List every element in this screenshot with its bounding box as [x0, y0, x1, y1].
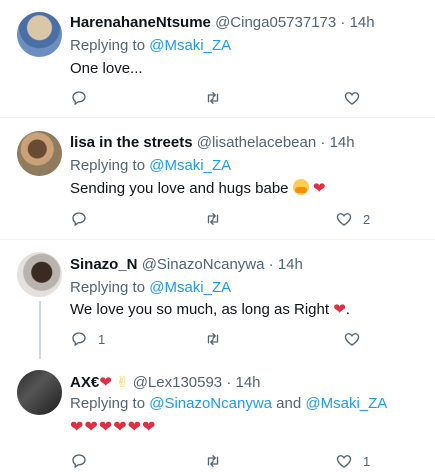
retweet-icon: [204, 452, 222, 470]
retweet-button[interactable]: [204, 87, 232, 109]
separator-dot: ·: [226, 374, 232, 391]
retweet-button[interactable]: [204, 450, 232, 472]
reply-button[interactable]: [70, 450, 98, 472]
reply-button[interactable]: 1: [70, 328, 105, 350]
separator-dot: ·: [268, 256, 274, 273]
user-handle[interactable]: @Lex130593: [133, 374, 222, 391]
tweet-text: Sending you love and hugs babe ❤: [70, 179, 325, 197]
tweet-actions: 1: [62, 328, 402, 350]
hugging-face-icon: [292, 179, 309, 195]
avatar[interactable]: [17, 370, 62, 415]
tweet-header: HarenahaneNtsume @Cinga05737173 · 14h: [70, 14, 375, 31]
avatar[interactable]: [17, 12, 62, 57]
timestamp[interactable]: 14h: [330, 134, 355, 151]
tweet-text: We love you so much, as long as Right ❤.: [70, 300, 350, 318]
avatar[interactable]: [17, 252, 62, 297]
tweet-feed: HarenahaneNtsume @Cinga05737173 · 14h Re…: [0, 0, 435, 472]
replying-label: Replying to: [70, 395, 150, 412]
replying-label: Replying to: [70, 279, 150, 296]
tweet-text-content: Sending you love and hugs babe: [70, 180, 289, 197]
timestamp[interactable]: 14h: [236, 374, 261, 391]
tweet-text: One love...: [70, 60, 143, 77]
reply-count: 1: [98, 331, 106, 347]
reply-icon: [70, 210, 88, 228]
mention-link[interactable]: @Msaki_ZA: [149, 279, 231, 296]
reply-icon: [70, 330, 88, 348]
tweet-header: lisa in the streets @lisathelacebean · 1…: [70, 134, 355, 151]
tweet-text-end: .: [345, 301, 350, 318]
mention-joiner: and: [272, 395, 306, 412]
tweet-1[interactable]: HarenahaneNtsume @Cinga05737173 · 14h Re…: [0, 0, 435, 118]
timestamp[interactable]: 14h: [278, 256, 303, 273]
mention-link[interactable]: @SinazoNcanywa: [149, 395, 272, 412]
mention-link[interactable]: @Msaki_ZA: [305, 395, 387, 412]
user-handle[interactable]: @Cinga05737173: [215, 14, 336, 31]
user-handle[interactable]: @lisathelacebean: [197, 134, 316, 151]
display-name[interactable]: lisa in the streets: [70, 134, 193, 151]
tweet-2[interactable]: lisa in the streets @lisathelacebean · 1…: [0, 117, 435, 240]
thread-connector-line: [39, 301, 41, 359]
reply-icon: [70, 452, 88, 470]
like-button[interactable]: 1: [335, 450, 370, 472]
tweet-text: ❤❤❤❤❤❤: [70, 419, 157, 436]
reply-button[interactable]: [70, 208, 98, 230]
heart-icon: ❤: [312, 180, 326, 197]
mention-link[interactable]: @Msaki_ZA: [149, 157, 231, 174]
replying-label: Replying to: [70, 157, 150, 174]
retweet-icon: [204, 330, 222, 348]
reply-button[interactable]: [70, 87, 98, 109]
retweet-icon: [204, 210, 222, 228]
display-name[interactable]: AX€: [70, 374, 99, 391]
like-button[interactable]: [343, 328, 371, 350]
like-icon: [343, 89, 361, 107]
like-count: 1: [363, 453, 371, 469]
display-name[interactable]: Sinazo_N: [70, 256, 138, 273]
tweet-4[interactable]: AX€❤ ✌ @Lex130593 · 14h Replying to @Sin…: [0, 355, 435, 472]
user-handle[interactable]: @SinazoNcanywa: [142, 256, 265, 273]
replying-label: Replying to: [70, 37, 150, 54]
like-count: 2: [363, 211, 371, 227]
retweet-icon: [204, 89, 222, 107]
display-name[interactable]: HarenahaneNtsume: [70, 14, 211, 31]
reply-icon: [70, 89, 88, 107]
heart-icon: ❤: [99, 374, 112, 391]
retweet-button[interactable]: [204, 328, 232, 350]
timestamp[interactable]: 14h: [350, 14, 375, 31]
tweet-3[interactable]: Sinazo_N @SinazoNcanywa · 14h Replying t…: [0, 239, 435, 359]
like-button[interactable]: [343, 87, 371, 109]
tweet-header: AX€❤ ✌ @Lex130593 · 14h: [70, 373, 261, 391]
separator-dot: ·: [340, 14, 346, 31]
mention-link[interactable]: @Msaki_ZA: [149, 37, 231, 54]
like-icon: [335, 452, 353, 470]
separator-dot: ·: [320, 134, 326, 151]
replying-to: Replying to @Msaki_ZA: [70, 37, 231, 54]
like-icon: [335, 210, 353, 228]
tweet-actions: 2: [62, 208, 402, 230]
retweet-button[interactable]: [204, 208, 232, 230]
tweet-text-content: We love you so much, as long as Right: [70, 301, 330, 318]
avatar[interactable]: [17, 131, 62, 176]
like-button[interactable]: 2: [335, 208, 370, 230]
tweet-header: Sinazo_N @SinazoNcanywa · 14h: [70, 256, 303, 273]
like-icon: [343, 330, 361, 348]
heart-icon: ❤: [333, 301, 346, 318]
replying-to: Replying to @SinazoNcanywa and @Msaki_ZA: [70, 395, 387, 412]
tweet-actions: 1: [62, 450, 402, 472]
replying-to: Replying to @Msaki_ZA: [70, 157, 231, 174]
replying-to: Replying to @Msaki_ZA: [70, 279, 231, 296]
victory-hand-icon: ✌: [115, 374, 129, 391]
tweet-actions: [62, 87, 402, 109]
